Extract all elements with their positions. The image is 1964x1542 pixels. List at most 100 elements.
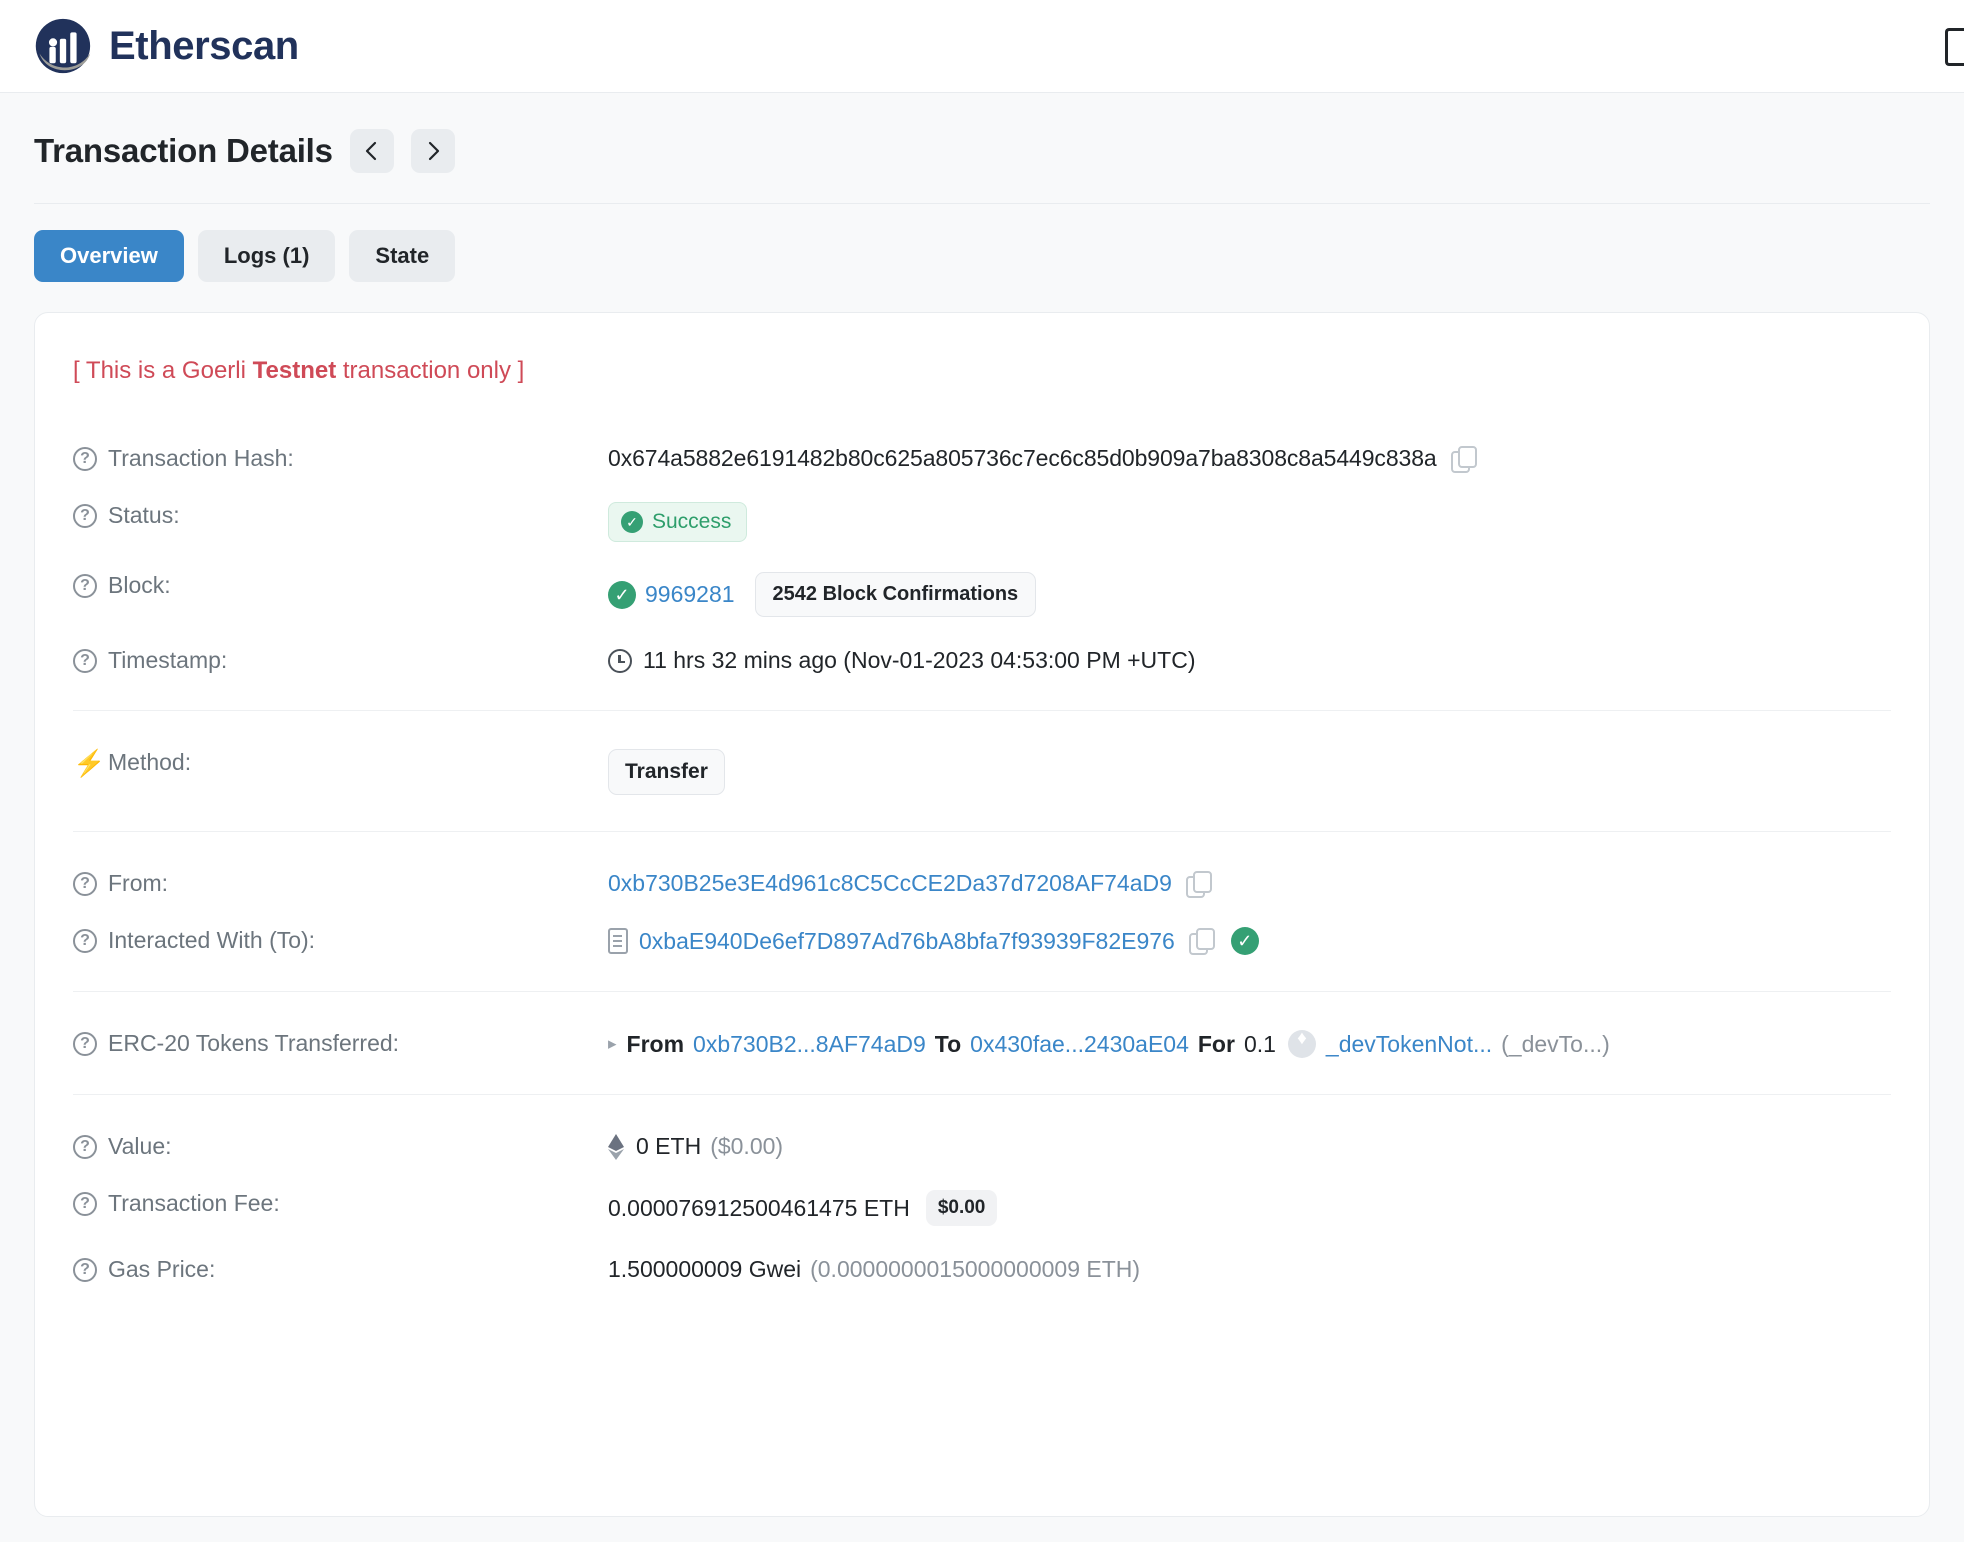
- expand-caret-icon[interactable]: ▸: [608, 1034, 617, 1054]
- verified-contract-icon: ✓: [1231, 927, 1259, 955]
- row-value-interacted-with: 0xbaE940De6ef7D897Ad76bA8bfa7f93939F82E9…: [608, 925, 1891, 955]
- status-text: Success: [652, 510, 731, 534]
- erc20-from-word: From: [627, 1031, 685, 1058]
- erc20-token-name-link[interactable]: _devTokenNot...: [1326, 1031, 1492, 1058]
- label-text: Gas Price:: [108, 1256, 215, 1283]
- row-label-timestamp: ? Timestamp:: [73, 645, 608, 674]
- help-icon[interactable]: ?: [73, 1032, 97, 1056]
- divider: [73, 991, 1891, 992]
- erc20-to-address-link[interactable]: 0x430fae...2430aE04: [970, 1031, 1189, 1058]
- row-interacted-with: ? Interacted With (To): 0xbaE940De6ef7D8…: [73, 911, 1891, 969]
- transaction-fee-fiat-badge: $0.00: [926, 1190, 998, 1226]
- erc20-to-word: To: [935, 1031, 961, 1058]
- row-value-from: 0xb730B25e3E4d961c8C5CcCE2Da37d7208AF74a…: [608, 868, 1891, 897]
- row-label-interacted-with: ? Interacted With (To):: [73, 925, 608, 954]
- value-amount: 0 ETH: [636, 1133, 701, 1160]
- row-value-value: 0 ETH ($0.00): [608, 1131, 1891, 1160]
- block-confirmations-badge: 2542 Block Confirmations: [755, 572, 1037, 617]
- row-label-erc20: ? ERC-20 Tokens Transferred:: [73, 1028, 608, 1057]
- method-badge: Transfer: [608, 749, 725, 795]
- contract-document-icon: [608, 928, 628, 954]
- erc20-from-address-link[interactable]: 0xb730B2...8AF74aD9: [693, 1031, 926, 1058]
- block-check-icon: ✓: [608, 581, 636, 609]
- label-text: ERC-20 Tokens Transferred:: [108, 1030, 399, 1057]
- label-text: Transaction Hash:: [108, 445, 294, 472]
- transaction-fee-amount: 0.000076912500461475 ETH: [608, 1195, 910, 1222]
- help-icon[interactable]: ?: [73, 447, 97, 471]
- row-status: ? Status: ✓ Success: [73, 486, 1891, 556]
- gas-price-gwei: 1.500000009 Gwei: [608, 1256, 801, 1283]
- timestamp-text: 11 hrs 32 mins ago (Nov-01-2023 04:53:00…: [643, 647, 1195, 674]
- row-value-transaction-hash: 0x674a5882e6191482b80c625a805736c7ec6c85…: [608, 443, 1891, 472]
- tab-bar: Overview Logs (1) State: [0, 204, 1964, 312]
- help-icon[interactable]: ?: [73, 574, 97, 598]
- label-text: Status:: [108, 502, 180, 529]
- row-value-timestamp: 11 hrs 32 mins ago (Nov-01-2023 04:53:00…: [608, 645, 1891, 674]
- divider: [73, 1094, 1891, 1095]
- erc20-amount: 0.1: [1244, 1031, 1276, 1058]
- title-row: Transaction Details: [34, 129, 1930, 204]
- testnet-notice: [ This is a Goerli Testnet transaction o…: [35, 357, 1929, 385]
- to-address-link[interactable]: 0xbaE940De6ef7D897Ad76bA8bfa7f93939F82E9…: [639, 928, 1175, 955]
- row-value-gas-price: 1.500000009 Gwei (0.0000000015000000009 …: [608, 1254, 1891, 1283]
- row-label-method: ⚡ Method:: [73, 747, 608, 776]
- site-header: Etherscan: [0, 0, 1964, 93]
- clock-icon: [608, 649, 632, 673]
- row-transaction-fee: ? Transaction Fee: 0.000076912500461475 …: [73, 1174, 1891, 1240]
- testnet-notice-suffix: transaction only ]: [336, 357, 524, 384]
- check-circle-icon: ✓: [621, 511, 643, 533]
- row-gas-price: ? Gas Price: 1.500000009 Gwei (0.0000000…: [73, 1240, 1891, 1297]
- help-icon[interactable]: ?: [73, 1192, 97, 1216]
- brand-name: Etherscan: [109, 24, 299, 69]
- row-label-from: ? From:: [73, 868, 608, 897]
- value-fiat: ($0.00): [710, 1133, 783, 1160]
- page-title: Transaction Details: [34, 132, 333, 170]
- transaction-hash-value: 0x674a5882e6191482b80c625a805736c7ec6c85…: [608, 445, 1437, 472]
- row-label-status: ? Status:: [73, 500, 608, 529]
- chevron-left-icon: [364, 139, 380, 163]
- label-text: Interacted With (To):: [108, 927, 315, 954]
- help-icon[interactable]: ?: [73, 929, 97, 953]
- lightning-bolt-icon: ⚡: [73, 751, 97, 775]
- label-text: Timestamp:: [108, 647, 227, 674]
- status-badge: ✓ Success: [608, 502, 747, 542]
- overview-card-wrapper: [ This is a Goerli Testnet transaction o…: [0, 312, 1964, 1542]
- etherscan-logo-icon: [34, 17, 92, 75]
- row-transaction-hash: ? Transaction Hash: 0x674a5882e6191482b8…: [73, 429, 1891, 486]
- token-icon: [1288, 1030, 1316, 1058]
- tab-overview[interactable]: Overview: [34, 230, 184, 282]
- transaction-overview-card: [ This is a Goerli Testnet transaction o…: [34, 312, 1930, 1517]
- tab-state[interactable]: State: [349, 230, 455, 282]
- page-title-band: Transaction Details: [0, 93, 1964, 204]
- help-icon[interactable]: ?: [73, 504, 97, 528]
- row-value-erc20: ▸ From 0xb730B2...8AF74aD9 To 0x430fae..…: [608, 1028, 1891, 1058]
- next-transaction-button[interactable]: [411, 129, 455, 173]
- divider: [73, 710, 1891, 711]
- row-label-value: ? Value:: [73, 1131, 608, 1160]
- detail-rows: ? Transaction Hash: 0x674a5882e6191482b8…: [35, 429, 1929, 1297]
- label-text: Value:: [108, 1133, 172, 1160]
- row-label-block: ? Block:: [73, 570, 608, 599]
- copy-icon[interactable]: [1451, 446, 1477, 472]
- block-number-link[interactable]: 9969281: [645, 581, 735, 608]
- row-method: ⚡ Method: Transfer: [73, 733, 1891, 809]
- copy-icon[interactable]: [1186, 871, 1212, 897]
- row-value-transaction-fee: 0.000076912500461475 ETH $0.00: [608, 1188, 1891, 1226]
- prev-transaction-button[interactable]: [350, 129, 394, 173]
- partial-button-icon: [1945, 28, 1964, 66]
- help-icon[interactable]: ?: [73, 1258, 97, 1282]
- row-label-transaction-hash: ? Transaction Hash:: [73, 443, 608, 472]
- brand-logo[interactable]: Etherscan: [34, 17, 299, 75]
- help-icon[interactable]: ?: [73, 1135, 97, 1159]
- help-icon[interactable]: ?: [73, 649, 97, 673]
- header-right-edge: [1956, 0, 1964, 92]
- erc20-for-word: For: [1198, 1031, 1235, 1058]
- ethereum-diamond-icon: [608, 1134, 624, 1160]
- row-value-method: Transfer: [608, 747, 1891, 795]
- from-address-link[interactable]: 0xb730B25e3E4d961c8C5CcCE2Da37d7208AF74a…: [608, 870, 1172, 897]
- help-icon[interactable]: ?: [73, 872, 97, 896]
- row-label-gas-price: ? Gas Price:: [73, 1254, 608, 1283]
- row-value-block: ✓ 9969281 2542 Block Confirmations: [608, 570, 1891, 617]
- copy-icon[interactable]: [1189, 928, 1215, 954]
- tab-logs[interactable]: Logs (1): [198, 230, 336, 282]
